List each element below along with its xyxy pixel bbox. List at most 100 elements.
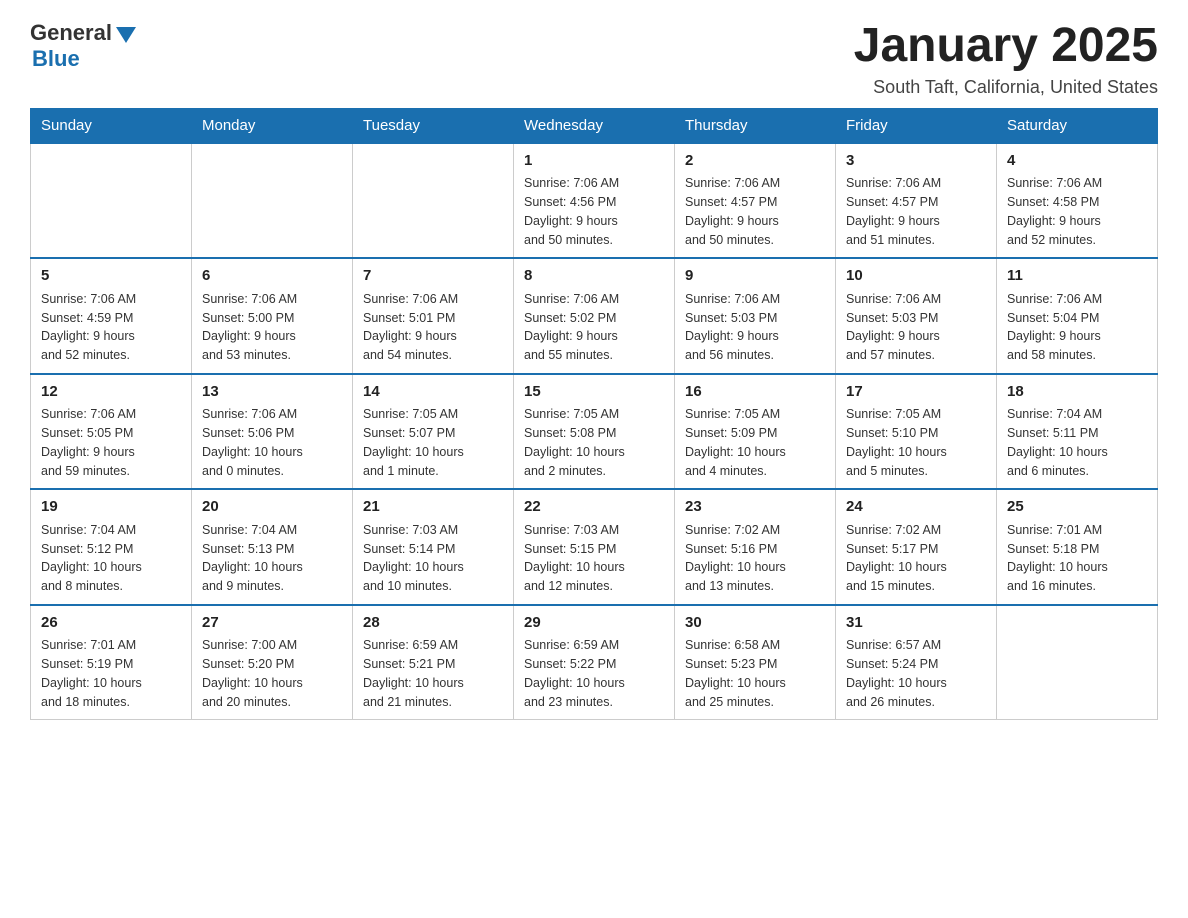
calendar-cell: 1Sunrise: 7:06 AM Sunset: 4:56 PM Daylig… <box>514 143 675 259</box>
day-number: 31 <box>846 612 986 635</box>
day-info: Sunrise: 7:04 AM Sunset: 5:12 PM Dayligh… <box>41 521 181 596</box>
calendar-cell <box>997 605 1158 720</box>
day-info: Sunrise: 7:05 AM Sunset: 5:08 PM Dayligh… <box>524 405 664 480</box>
day-number: 1 <box>524 150 664 173</box>
day-info: Sunrise: 7:05 AM Sunset: 5:07 PM Dayligh… <box>363 405 503 480</box>
day-info: Sunrise: 7:03 AM Sunset: 5:14 PM Dayligh… <box>363 521 503 596</box>
calendar-cell: 16Sunrise: 7:05 AM Sunset: 5:09 PM Dayli… <box>675 374 836 490</box>
day-number: 16 <box>685 381 825 404</box>
day-number: 2 <box>685 150 825 173</box>
day-number: 9 <box>685 265 825 288</box>
logo-general-text: General <box>30 20 112 46</box>
day-info: Sunrise: 7:06 AM Sunset: 4:56 PM Dayligh… <box>524 174 664 249</box>
calendar-cell: 19Sunrise: 7:04 AM Sunset: 5:12 PM Dayli… <box>31 489 192 605</box>
week-row-4: 19Sunrise: 7:04 AM Sunset: 5:12 PM Dayli… <box>31 489 1158 605</box>
calendar-cell: 15Sunrise: 7:05 AM Sunset: 5:08 PM Dayli… <box>514 374 675 490</box>
week-row-3: 12Sunrise: 7:06 AM Sunset: 5:05 PM Dayli… <box>31 374 1158 490</box>
calendar-cell: 3Sunrise: 7:06 AM Sunset: 4:57 PM Daylig… <box>836 143 997 259</box>
week-row-5: 26Sunrise: 7:01 AM Sunset: 5:19 PM Dayli… <box>31 605 1158 720</box>
day-number: 17 <box>846 381 986 404</box>
day-number: 3 <box>846 150 986 173</box>
day-number: 20 <box>202 496 342 519</box>
calendar-cell: 28Sunrise: 6:59 AM Sunset: 5:21 PM Dayli… <box>353 605 514 720</box>
day-number: 14 <box>363 381 503 404</box>
calendar-cell: 31Sunrise: 6:57 AM Sunset: 5:24 PM Dayli… <box>836 605 997 720</box>
day-number: 12 <box>41 381 181 404</box>
calendar-cell: 26Sunrise: 7:01 AM Sunset: 5:19 PM Dayli… <box>31 605 192 720</box>
day-number: 13 <box>202 381 342 404</box>
day-info: Sunrise: 7:05 AM Sunset: 5:09 PM Dayligh… <box>685 405 825 480</box>
day-info: Sunrise: 7:06 AM Sunset: 5:02 PM Dayligh… <box>524 290 664 365</box>
calendar-cell: 5Sunrise: 7:06 AM Sunset: 4:59 PM Daylig… <box>31 258 192 374</box>
day-info: Sunrise: 6:59 AM Sunset: 5:21 PM Dayligh… <box>363 636 503 711</box>
day-info: Sunrise: 7:01 AM Sunset: 5:18 PM Dayligh… <box>1007 521 1147 596</box>
day-info: Sunrise: 6:58 AM Sunset: 5:23 PM Dayligh… <box>685 636 825 711</box>
day-info: Sunrise: 7:04 AM Sunset: 5:13 PM Dayligh… <box>202 521 342 596</box>
day-number: 21 <box>363 496 503 519</box>
calendar-cell: 9Sunrise: 7:06 AM Sunset: 5:03 PM Daylig… <box>675 258 836 374</box>
weekday-header-row: SundayMondayTuesdayWednesdayThursdayFrid… <box>31 108 1158 143</box>
calendar-cell: 30Sunrise: 6:58 AM Sunset: 5:23 PM Dayli… <box>675 605 836 720</box>
calendar-cell: 22Sunrise: 7:03 AM Sunset: 5:15 PM Dayli… <box>514 489 675 605</box>
day-info: Sunrise: 7:01 AM Sunset: 5:19 PM Dayligh… <box>41 636 181 711</box>
day-number: 10 <box>846 265 986 288</box>
calendar-cell: 23Sunrise: 7:02 AM Sunset: 5:16 PM Dayli… <box>675 489 836 605</box>
calendar-cell <box>31 143 192 259</box>
day-info: Sunrise: 7:04 AM Sunset: 5:11 PM Dayligh… <box>1007 405 1147 480</box>
calendar-cell <box>353 143 514 259</box>
day-info: Sunrise: 7:06 AM Sunset: 5:03 PM Dayligh… <box>685 290 825 365</box>
calendar-cell: 25Sunrise: 7:01 AM Sunset: 5:18 PM Dayli… <box>997 489 1158 605</box>
day-info: Sunrise: 7:06 AM Sunset: 5:01 PM Dayligh… <box>363 290 503 365</box>
calendar-cell: 8Sunrise: 7:06 AM Sunset: 5:02 PM Daylig… <box>514 258 675 374</box>
month-title: January 2025 <box>854 20 1158 73</box>
day-number: 23 <box>685 496 825 519</box>
week-row-2: 5Sunrise: 7:06 AM Sunset: 4:59 PM Daylig… <box>31 258 1158 374</box>
day-info: Sunrise: 7:06 AM Sunset: 5:00 PM Dayligh… <box>202 290 342 365</box>
weekday-header-monday: Monday <box>192 108 353 143</box>
calendar-cell <box>192 143 353 259</box>
location-title: South Taft, California, United States <box>854 77 1158 98</box>
calendar-cell: 20Sunrise: 7:04 AM Sunset: 5:13 PM Dayli… <box>192 489 353 605</box>
weekday-header-saturday: Saturday <box>997 108 1158 143</box>
day-info: Sunrise: 7:06 AM Sunset: 4:59 PM Dayligh… <box>41 290 181 365</box>
page-header: General Blue January 2025 South Taft, Ca… <box>30 20 1158 98</box>
day-info: Sunrise: 7:06 AM Sunset: 4:58 PM Dayligh… <box>1007 174 1147 249</box>
calendar-cell: 2Sunrise: 7:06 AM Sunset: 4:57 PM Daylig… <box>675 143 836 259</box>
weekday-header-thursday: Thursday <box>675 108 836 143</box>
logo: General Blue <box>30 20 136 72</box>
logo-triangle-icon <box>116 27 136 43</box>
day-number: 15 <box>524 381 664 404</box>
title-block: January 2025 South Taft, California, Uni… <box>854 20 1158 98</box>
day-number: 22 <box>524 496 664 519</box>
day-info: Sunrise: 7:06 AM Sunset: 5:06 PM Dayligh… <box>202 405 342 480</box>
day-info: Sunrise: 7:02 AM Sunset: 5:17 PM Dayligh… <box>846 521 986 596</box>
day-number: 25 <box>1007 496 1147 519</box>
day-number: 28 <box>363 612 503 635</box>
calendar-table: SundayMondayTuesdayWednesdayThursdayFrid… <box>30 108 1158 721</box>
day-number: 26 <box>41 612 181 635</box>
weekday-header-tuesday: Tuesday <box>353 108 514 143</box>
day-info: Sunrise: 7:06 AM Sunset: 5:03 PM Dayligh… <box>846 290 986 365</box>
calendar-cell: 7Sunrise: 7:06 AM Sunset: 5:01 PM Daylig… <box>353 258 514 374</box>
day-number: 24 <box>846 496 986 519</box>
weekday-header-wednesday: Wednesday <box>514 108 675 143</box>
logo-wordmark: General Blue <box>30 20 136 72</box>
day-info: Sunrise: 7:02 AM Sunset: 5:16 PM Dayligh… <box>685 521 825 596</box>
calendar-cell: 29Sunrise: 6:59 AM Sunset: 5:22 PM Dayli… <box>514 605 675 720</box>
calendar-cell: 21Sunrise: 7:03 AM Sunset: 5:14 PM Dayli… <box>353 489 514 605</box>
day-info: Sunrise: 7:06 AM Sunset: 4:57 PM Dayligh… <box>685 174 825 249</box>
day-number: 19 <box>41 496 181 519</box>
day-info: Sunrise: 7:06 AM Sunset: 5:04 PM Dayligh… <box>1007 290 1147 365</box>
day-number: 6 <box>202 265 342 288</box>
calendar-cell: 13Sunrise: 7:06 AM Sunset: 5:06 PM Dayli… <box>192 374 353 490</box>
day-info: Sunrise: 7:06 AM Sunset: 4:57 PM Dayligh… <box>846 174 986 249</box>
calendar-cell: 4Sunrise: 7:06 AM Sunset: 4:58 PM Daylig… <box>997 143 1158 259</box>
logo-blue-text: Blue <box>32 46 80 71</box>
calendar-cell: 14Sunrise: 7:05 AM Sunset: 5:07 PM Dayli… <box>353 374 514 490</box>
calendar-cell: 12Sunrise: 7:06 AM Sunset: 5:05 PM Dayli… <box>31 374 192 490</box>
day-number: 11 <box>1007 265 1147 288</box>
day-number: 7 <box>363 265 503 288</box>
calendar-cell: 6Sunrise: 7:06 AM Sunset: 5:00 PM Daylig… <box>192 258 353 374</box>
day-number: 18 <box>1007 381 1147 404</box>
weekday-header-friday: Friday <box>836 108 997 143</box>
